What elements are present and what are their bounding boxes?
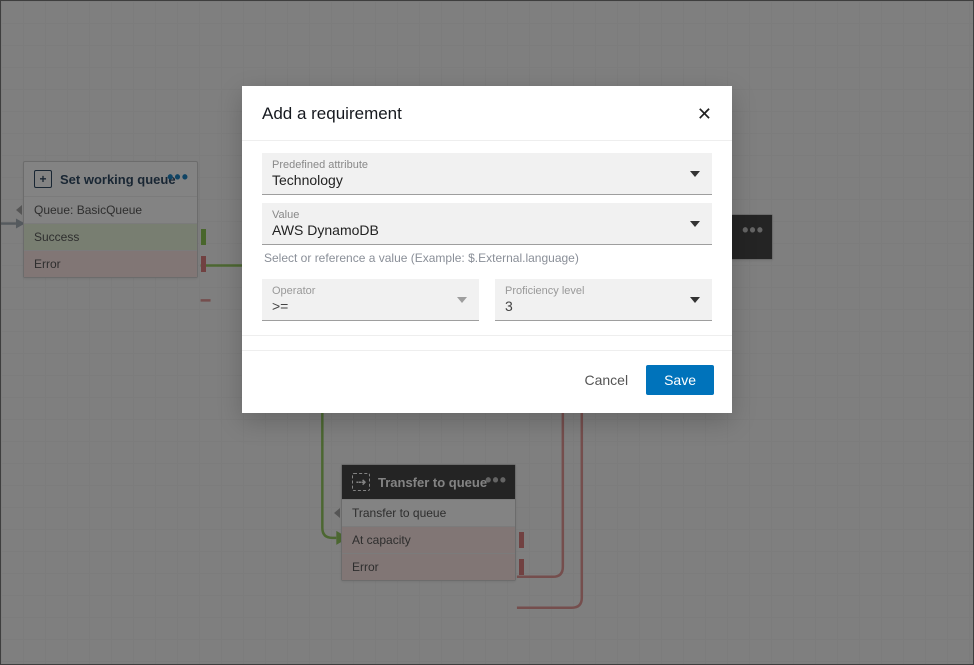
field-value: Technology (272, 172, 702, 188)
modal-title: Add a requirement (262, 104, 402, 124)
chevron-down-icon (690, 171, 700, 177)
close-icon[interactable]: ✕ (697, 105, 712, 123)
save-button[interactable]: Save (646, 365, 714, 395)
field-value: 3 (505, 298, 702, 314)
divider (242, 335, 732, 336)
field-label: Value (272, 209, 702, 221)
field-label: Proficiency level (505, 285, 702, 297)
value-select[interactable]: Value AWS DynamoDB (262, 203, 712, 245)
field-value: >= (272, 298, 469, 314)
field-value: AWS DynamoDB (272, 222, 702, 238)
add-requirement-modal: Add a requirement ✕ Predefined attribute… (242, 86, 732, 413)
chevron-down-icon (690, 297, 700, 303)
value-hint: Select or reference a value (Example: $.… (264, 251, 710, 265)
cancel-button[interactable]: Cancel (584, 372, 628, 388)
field-label: Operator (272, 285, 469, 297)
predefined-attribute-select[interactable]: Predefined attribute Technology (262, 153, 712, 195)
proficiency-level-select[interactable]: Proficiency level 3 (495, 279, 712, 321)
chevron-down-icon (690, 221, 700, 227)
field-label: Predefined attribute (272, 159, 702, 171)
modal-overlay[interactable]: Add a requirement ✕ Predefined attribute… (0, 0, 974, 665)
chevron-down-icon (457, 297, 467, 303)
operator-select[interactable]: Operator >= (262, 279, 479, 321)
